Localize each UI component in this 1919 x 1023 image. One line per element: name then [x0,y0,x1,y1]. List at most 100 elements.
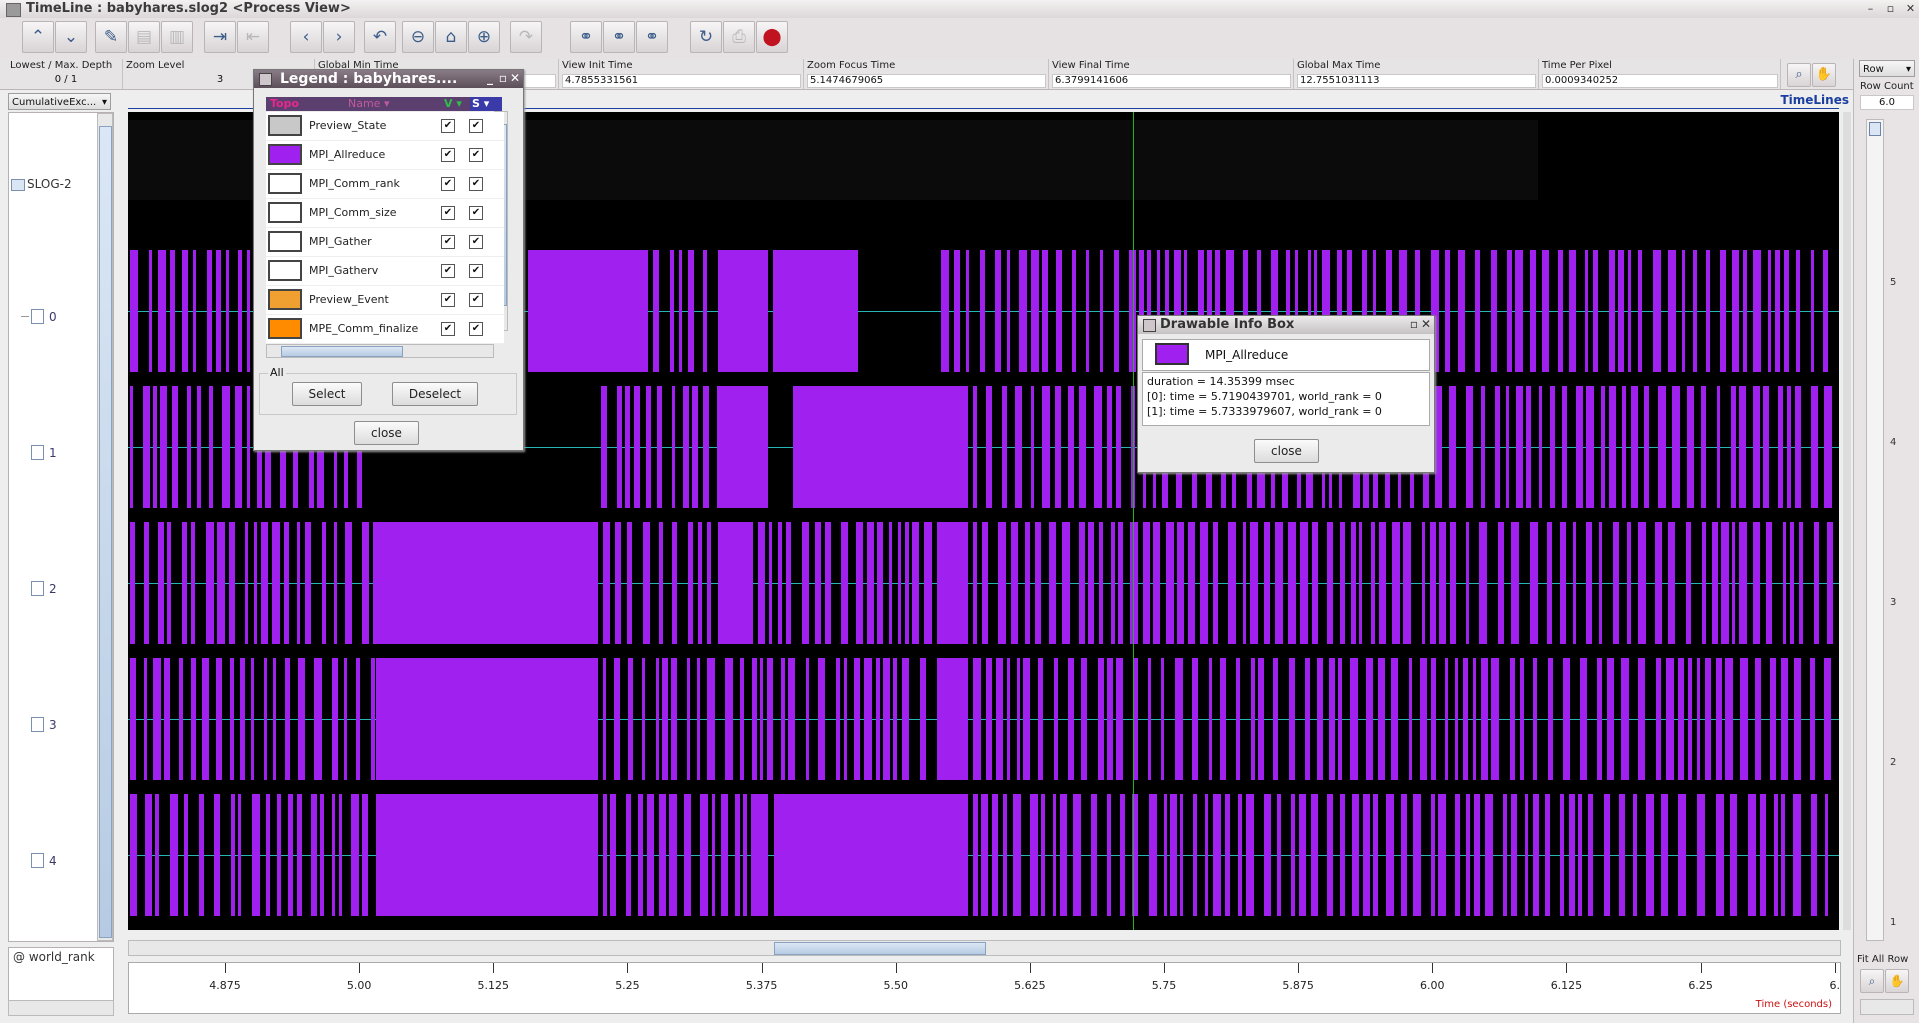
timeline-row-2[interactable] [128,522,1839,644]
undo-icon[interactable]: ↶ [364,21,396,53]
state-bar[interactable] [1739,386,1746,508]
state-bar[interactable] [1002,386,1007,508]
state-bar[interactable] [1041,794,1045,916]
state-bar[interactable] [1666,658,1674,780]
state-bar[interactable] [657,386,662,508]
state-bar[interactable] [1086,250,1089,372]
state-bar[interactable] [1371,522,1375,644]
state-bar[interactable] [1473,658,1476,780]
state-bar[interactable] [638,794,643,916]
state-bar[interactable] [1431,658,1436,780]
state-bar[interactable] [1569,794,1575,916]
state-bar[interactable] [844,658,847,780]
state-bar[interactable] [1560,794,1564,916]
state-bar[interactable] [1732,250,1739,372]
state-bar[interactable] [1781,658,1788,780]
state-bar[interactable] [528,250,648,372]
state-bar[interactable] [1025,522,1030,644]
state-bar[interactable] [774,794,968,916]
state-bar[interactable] [1481,658,1488,780]
state-bar[interactable] [659,522,663,644]
state-bar[interactable] [1479,522,1487,644]
state-bar[interactable] [1753,522,1760,644]
state-bar[interactable] [905,522,909,644]
state-bar[interactable] [332,658,338,780]
state-bar[interactable] [1305,658,1310,780]
state-bar[interactable] [825,522,831,644]
state-bar[interactable] [889,522,892,644]
zoom-tool-icon[interactable]: ⌕ [1787,63,1811,87]
state-bar[interactable] [254,522,257,644]
state-bar[interactable] [1042,386,1050,508]
state-bar[interactable] [322,522,326,644]
legend-row[interactable]: MPI_Gatherv ✔ ✔ [266,257,504,286]
state-bar[interactable] [614,658,620,780]
maximize-icon[interactable]: ▫ [1884,2,1897,15]
state-bar[interactable] [679,250,682,372]
state-bar[interactable] [1193,794,1197,916]
state-bar[interactable] [1373,794,1378,916]
search-backward-icon[interactable]: ⚭ [570,21,602,53]
state-bar[interactable] [1438,794,1446,916]
state-bar[interactable] [1740,658,1748,780]
state-bar[interactable] [1627,522,1631,644]
state-bar[interactable] [1312,522,1318,644]
state-bar[interactable] [1795,386,1801,508]
state-bar[interactable] [130,386,133,508]
state-bar[interactable] [1079,386,1086,508]
state-bar[interactable] [1515,250,1523,372]
state-bar[interactable] [288,794,293,916]
state-bar[interactable] [656,658,659,780]
state-bar[interactable] [1799,522,1803,644]
state-bar[interactable] [130,522,135,644]
state-bar[interactable] [688,522,693,644]
state-bar[interactable] [973,658,981,780]
metric-combo[interactable]: CumulativeExc... ▾ [8,93,111,110]
state-bar[interactable] [1770,658,1776,780]
down-arrow-icon[interactable]: ⌄ [55,21,87,53]
state-bar[interactable] [1013,794,1021,916]
state-bar[interactable] [1148,658,1151,780]
state-bar[interactable] [272,522,280,644]
state-bar[interactable] [1359,522,1362,644]
state-bar[interactable] [184,794,188,916]
state-bar[interactable] [1768,250,1771,372]
state-bar[interactable] [1548,658,1553,780]
state-bar[interactable] [339,794,342,916]
state-bar[interactable] [158,522,164,644]
state-bar[interactable] [1569,250,1576,372]
state-bar[interactable] [1030,794,1038,916]
state-bar[interactable] [1238,794,1242,916]
state-bar[interactable] [251,658,254,780]
state-bar[interactable] [1702,522,1706,644]
state-bar[interactable] [1264,794,1271,916]
state-bar[interactable] [1091,794,1097,916]
state-bar[interactable] [718,522,753,644]
zoom-out-icon[interactable]: ⊖ [402,21,434,53]
state-bar[interactable] [815,522,821,644]
state-bar[interactable] [216,658,222,780]
state-bar[interactable] [1100,250,1103,372]
state-bar[interactable] [615,522,621,644]
legend-row[interactable]: MPI_Allreduce ✔ ✔ [266,141,504,170]
state-bar[interactable] [662,658,668,780]
state-bar[interactable] [187,386,191,508]
state-bar[interactable] [1613,522,1619,644]
state-bar[interactable] [160,386,167,508]
state-bar[interactable] [1503,794,1507,916]
state-bar[interactable] [647,794,654,916]
col-v[interactable]: V ▾ [440,97,474,111]
infobox-titlebar[interactable]: Drawable Info Box ▫ ✕ [1138,316,1434,334]
legend-swatch[interactable] [268,318,302,339]
legend-swatch[interactable] [268,202,302,223]
state-bar[interactable] [356,658,360,780]
state-bar[interactable] [1811,250,1814,372]
state-bar[interactable] [334,522,337,644]
state-bar[interactable] [1055,386,1061,508]
view-final-value[interactable]: 6.3799141606 [1052,74,1291,88]
state-bar[interactable] [973,522,977,644]
state-bar[interactable] [938,522,968,644]
state-bar[interactable] [1273,658,1278,780]
state-bar[interactable] [697,658,700,780]
state-bar[interactable] [179,658,183,780]
